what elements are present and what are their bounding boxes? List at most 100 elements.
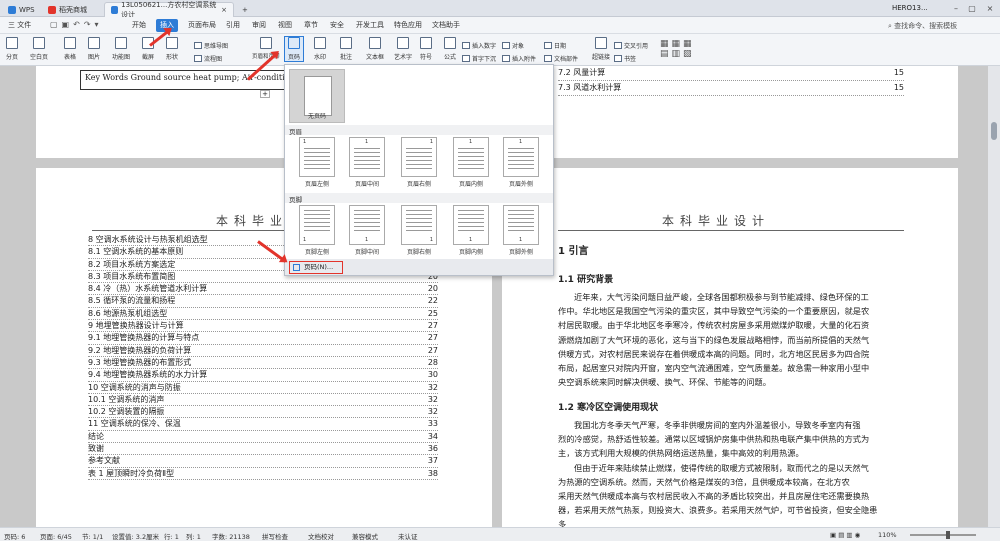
quick-access-icons[interactable]: ▢▣↶↷▾ xyxy=(50,20,103,29)
toc-row[interactable]: 致谢 36 xyxy=(88,443,438,456)
tab-wps[interactable]: WPS xyxy=(2,2,41,17)
menu-chapter[interactable]: 章节 xyxy=(300,19,322,32)
toc-row[interactable]: 11 空调系统的保冷、保温 33 xyxy=(88,418,438,431)
menu-start[interactable]: 开始 xyxy=(128,19,150,32)
hyperlink-button[interactable]: 超链接 xyxy=(592,37,610,61)
menu-security[interactable]: 安全 xyxy=(326,19,348,32)
toc-row[interactable]: 7.2 风量计算 15 xyxy=(558,66,904,81)
footer-position-option[interactable]: 1 xyxy=(401,205,437,245)
toc-row[interactable]: 10.2 空调装置的隔振 32 xyxy=(88,406,438,419)
page-break-button[interactable]: 分页 xyxy=(6,37,18,61)
flowchart-button[interactable]: 流程图 xyxy=(194,54,222,63)
menu-special[interactable]: 特色应用 xyxy=(390,19,426,32)
toc-row[interactable]: 7.3 风道水利计算 15 xyxy=(558,81,904,96)
doc-parts-button[interactable]: 文档部件 xyxy=(544,54,578,63)
header-position-option[interactable]: 1 xyxy=(401,137,437,177)
status-cert[interactable]: 未认证 xyxy=(398,531,418,541)
file-menu[interactable]: 三 文件 xyxy=(4,19,35,32)
text-line-icon xyxy=(304,210,330,211)
header-position-option[interactable]: 1 xyxy=(299,137,335,177)
menu-layout[interactable]: 页面布局 xyxy=(184,19,220,32)
toc-row[interactable]: 8.6 地源热泵机组选型 25 xyxy=(88,308,438,321)
menu-references[interactable]: 引用 xyxy=(222,19,244,32)
toc-page: 22 xyxy=(427,296,438,306)
menu-assistant[interactable]: 文档助手 xyxy=(428,19,464,32)
add-icon[interactable]: + xyxy=(260,90,270,98)
bookmark-button[interactable]: 书签 xyxy=(614,54,636,63)
toc-row[interactable]: 8.4 冷（热）水系统管道水利计算 20 xyxy=(88,283,438,296)
toc-row[interactable]: 9.1 地埋管换热器的计算与特点 27 xyxy=(88,332,438,345)
header-position-option[interactable]: 1 xyxy=(503,137,539,177)
watermark-button[interactable]: 水印 xyxy=(314,37,326,61)
table-tool-icons[interactable]: ▦▦▦ ▤▥▧ xyxy=(660,39,695,59)
status-words[interactable]: 字数: 21138 xyxy=(212,531,250,541)
close-icon[interactable]: × xyxy=(221,6,227,14)
toc-title: 8.3 项目水系统布置简图 xyxy=(88,271,176,281)
zoom-slider-handle[interactable] xyxy=(946,531,950,539)
footer-position-option[interactable]: 1 xyxy=(453,205,489,245)
wordart-button[interactable]: 艺术字 xyxy=(394,37,412,61)
insert-number-button[interactable]: 插入数字 xyxy=(462,41,496,50)
zoom-level[interactable]: 110% xyxy=(878,531,897,539)
user-name[interactable]: HERO13... xyxy=(892,4,928,12)
text-line-icon xyxy=(508,226,534,227)
toc-row[interactable]: 9 地埋管换热器设计与计算 27 xyxy=(88,320,438,333)
tab-docer[interactable]: 稻壳商城 xyxy=(42,2,93,17)
maximize-icon[interactable]: ▢ xyxy=(966,3,978,14)
scrollbar[interactable] xyxy=(988,66,1000,527)
footer-position-option[interactable]: 1 xyxy=(299,205,335,245)
menu-developer[interactable]: 开发工具 xyxy=(352,19,388,32)
table-button[interactable]: 表格 xyxy=(64,37,76,61)
toc-row[interactable]: 8.5 循环泵的流量和扬程 22 xyxy=(88,295,438,308)
toc-row[interactable]: 9.4 地埋管换热器系统的水力计算 30 xyxy=(88,369,438,382)
toc-row[interactable]: 10.1 空调系统的消声 32 xyxy=(88,394,438,407)
page-previous-right: 7.2 风量计算 15 7.3 风道水利计算 15 xyxy=(502,66,958,158)
search-command[interactable]: ⌕ 查找命令、搜索模板 xyxy=(888,21,957,31)
blank-page-button[interactable]: 空白页 xyxy=(30,37,48,61)
toc-row[interactable]: 10 空调系统的消声与防振 32 xyxy=(88,382,438,394)
search-label: 查找命令、搜索模板 xyxy=(894,22,958,30)
shape-button[interactable]: 形状 xyxy=(166,37,178,61)
page-number-mark: 1 xyxy=(429,139,433,145)
header-position-option[interactable]: 1 xyxy=(453,137,489,177)
toc-row[interactable]: 9.3 地埋管换热器的布置形式 28 xyxy=(88,357,438,370)
toc-row[interactable]: 结论 34 xyxy=(88,431,438,444)
cross-reference-button[interactable]: 交叉引用 xyxy=(614,41,648,50)
footer-position-option[interactable]: 1 xyxy=(503,205,539,245)
scrollbar-thumb[interactable] xyxy=(991,122,997,140)
proof-button[interactable]: 文档校对 xyxy=(308,531,334,541)
toc-row[interactable]: 表 1 屋顶瞬时冷负荷Ⅱ型 38 xyxy=(88,468,438,480)
equation-button[interactable]: 公式 xyxy=(444,37,456,61)
insert-attachment-button[interactable]: 插入附件 xyxy=(502,54,536,63)
object-button[interactable]: 对象 xyxy=(502,41,524,50)
page-number-more-button[interactable]: 页码(N)... xyxy=(289,261,343,274)
menu-view[interactable]: 视图 xyxy=(274,19,296,32)
close-window-icon[interactable]: × xyxy=(984,3,996,14)
function-chart-button[interactable]: 功能图 xyxy=(112,37,130,61)
text-line: 供暖方式，对农村居民来说存在着供暖成本高的问题。同时，北方地区民居多为四合院 xyxy=(558,348,870,359)
picture-button[interactable]: 图片 xyxy=(88,37,100,61)
page-number-dropdown: 无页码 页眉 1 页眉左侧 1 页眉中间 1 页眉右侧 1 页眉内侧 1 页眉外侧 页脚 1 页脚左… xyxy=(284,64,554,276)
minimize-icon[interactable]: – xyxy=(950,3,962,14)
zoom-slider[interactable] xyxy=(910,531,976,539)
spell-check-button[interactable]: 拼写检查 xyxy=(262,531,288,541)
text-line-icon xyxy=(354,152,380,153)
menu-review[interactable]: 审阅 xyxy=(248,19,270,32)
text-line-icon xyxy=(406,160,432,161)
symbol-button[interactable]: 符号 xyxy=(420,37,432,61)
doc-parts-icon xyxy=(544,55,552,62)
toc-row[interactable]: 9.2 地埋管换热器的负荷计算 27 xyxy=(88,345,438,357)
footer-position-option[interactable]: 1 xyxy=(349,205,385,245)
drop-cap-button[interactable]: 首字下沉 xyxy=(462,54,496,63)
page-body: 本科毕业设计 1 引言 1.1 研究背景 近年来，大气污染问题日益严峻，全球各国… xyxy=(502,168,958,527)
view-mode-icons[interactable]: ▣ ▤ ▥ ◉ xyxy=(830,531,860,539)
page-number-button[interactable]: 页码 xyxy=(283,36,305,62)
header-position-option[interactable]: 1 xyxy=(349,137,385,177)
comment-button[interactable]: 批注 xyxy=(340,37,352,61)
date-button[interactable]: 日期 xyxy=(544,41,566,50)
mindmap-button[interactable]: 思维导图 xyxy=(194,41,228,50)
tab-document[interactable]: 13L050621...方农村空调系统设计 × xyxy=(104,1,234,19)
new-tab-button[interactable]: + xyxy=(236,2,254,17)
textbox-button[interactable]: 文本框 xyxy=(366,37,384,61)
toc-row[interactable]: 参考文献 37 xyxy=(88,455,438,468)
